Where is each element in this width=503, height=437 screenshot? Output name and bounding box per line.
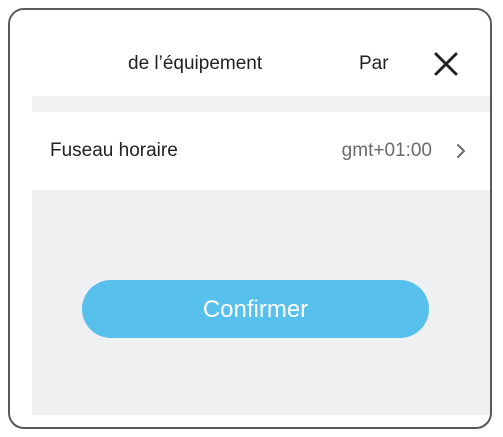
tab-device-settings[interactable]: de l’équipement	[128, 44, 280, 84]
close-icon	[434, 52, 458, 76]
chevron-right-icon	[457, 144, 465, 158]
timezone-label: Fuseau horaire	[50, 140, 178, 161]
dialog-header: de l’équipement Par	[10, 10, 490, 96]
timezone-value: gmt+01:00	[341, 140, 432, 161]
confirm-button[interactable]: Confirmer	[82, 280, 429, 338]
close-button[interactable]	[430, 48, 462, 80]
dialog-frame: de l’équipement Par Fuseau horaire gmt+0…	[8, 8, 492, 429]
timezone-row[interactable]: Fuseau horaire gmt+01:00	[10, 112, 490, 190]
tab-parameters[interactable]: Par	[359, 44, 391, 84]
section-divider	[32, 96, 490, 112]
